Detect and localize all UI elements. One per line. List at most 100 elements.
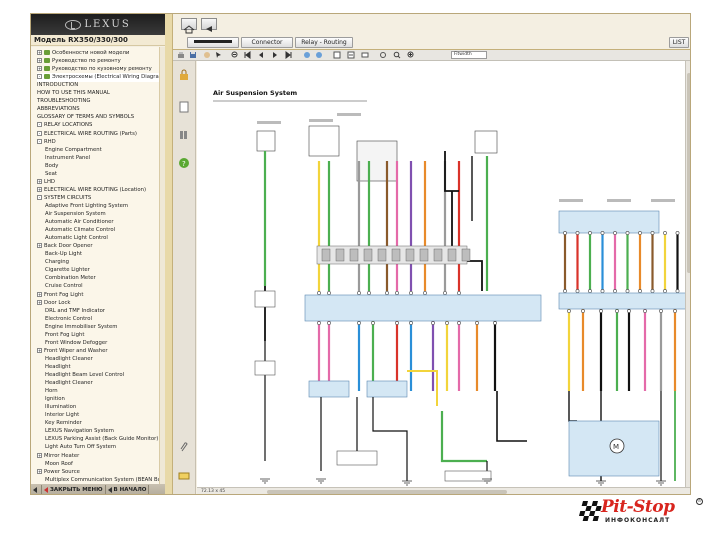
tree-item-label: Front Fog Light: [44, 291, 84, 298]
collapse-icon[interactable]: -: [37, 122, 42, 128]
tree-item-label: Adaptive Front Lighting System: [45, 202, 129, 209]
lock-icon[interactable]: [178, 69, 190, 81]
back-nav-button[interactable]: [201, 18, 217, 32]
expand-icon[interactable]: +: [37, 186, 42, 192]
zoom-select[interactable]: Fitwidth: [451, 51, 487, 59]
suspension-ecu: [304, 294, 542, 322]
connector-block: [335, 248, 345, 262]
first-page-icon[interactable]: [243, 51, 251, 59]
ground-icon: [656, 480, 666, 486]
connector-pin: [663, 231, 667, 235]
tree-item-label: Back Door Opener: [44, 243, 93, 250]
tree-item-label: Headlight Cleaner: [45, 380, 93, 387]
tree-item-label: Key Reminder: [45, 420, 82, 427]
folder-icon: [44, 58, 50, 64]
expand-icon[interactable]: +: [37, 243, 42, 249]
contents-tree: + Особенности новой модели + Руководство по…: [31, 47, 165, 484]
motor-label: M: [613, 443, 619, 451]
pages-icon[interactable]: [178, 101, 190, 113]
next-page-icon[interactable]: [271, 51, 279, 59]
connector-pin: [588, 289, 592, 293]
expand-icon[interactable]: +: [37, 50, 42, 55]
connector-pin: [600, 289, 605, 293]
connector-pin: [563, 231, 567, 235]
fit-page-icon[interactable]: [347, 51, 355, 59]
collapse-icon[interactable]: -: [37, 74, 42, 80]
zoom-out-icon[interactable]: [231, 51, 239, 59]
connector-block: [391, 248, 401, 262]
search-icon[interactable]: [393, 51, 401, 59]
splitter[interactable]: [165, 14, 173, 494]
home-button[interactable]: [181, 18, 197, 34]
expand-icon[interactable]: +: [37, 291, 42, 297]
connector-pin: [563, 289, 567, 293]
prev-arrow-button[interactable]: [31, 485, 42, 494]
wiring-diagram[interactable]: M Air Suspension System: [197, 61, 690, 487]
back-view-icon[interactable]: [303, 51, 311, 59]
fit-width-icon[interactable]: [361, 51, 369, 59]
select-tool-icon[interactable]: [215, 51, 223, 59]
to-start-button[interactable]: В НАЧАЛО: [106, 485, 150, 494]
rotate-icon[interactable]: [379, 51, 387, 59]
connector-pin: [675, 231, 680, 235]
collapse-icon[interactable]: -: [37, 138, 42, 144]
connector-pin: [599, 309, 603, 313]
help-icon[interactable]: ?: [178, 157, 190, 169]
expand-icon[interactable]: +: [37, 178, 42, 184]
zoom-in-icon[interactable]: [407, 51, 415, 59]
wire: [496, 391, 527, 442]
connector-pin: [357, 291, 361, 295]
diagram-vertical-scrollbar[interactable]: [685, 61, 690, 487]
tree-item-label: Horn: [45, 388, 58, 395]
tree-item-label: Engine Compartment: [45, 146, 102, 153]
connector-pin: [638, 289, 642, 293]
prev-page-icon[interactable]: [257, 51, 265, 59]
pdf-toolbar: Fitwidth: [173, 50, 690, 61]
connector-block: [447, 248, 457, 262]
expand-icon[interactable]: +: [37, 299, 42, 305]
tree-item-label: Mirror Heater: [44, 452, 80, 459]
model-title: Модель RX350/330/300: [31, 35, 165, 46]
collapse-icon[interactable]: -: [37, 194, 42, 200]
tab-overall-label-icon: [194, 40, 232, 43]
pitstop-subtitle: ИНФОКОНСАЛТ: [605, 517, 671, 524]
tree-item-label: LEXUS Navigation System: [45, 428, 114, 435]
bookmarks-icon[interactable]: [178, 129, 190, 141]
lexus-logo-icon: [65, 19, 82, 30]
tree-item-label: Электросхемы (Electrical Wiring Diagram): [52, 74, 165, 81]
tab-overall[interactable]: [187, 37, 239, 48]
hand-tool-icon[interactable]: [203, 51, 211, 59]
expand-icon[interactable]: +: [37, 58, 42, 64]
tree-item-label: Door Lock: [44, 299, 71, 306]
tree-item-label: Instrument Panel: [45, 154, 91, 161]
attachment-icon[interactable]: [178, 441, 190, 453]
tab-relay-routing[interactable]: Relay - Routing: [295, 37, 353, 48]
expand-icon[interactable]: +: [37, 66, 42, 72]
connector-pin: [627, 309, 631, 313]
horizontal-scroll-thumb[interactable]: [267, 490, 507, 494]
save-icon[interactable]: [189, 51, 197, 59]
expand-icon[interactable]: +: [37, 452, 42, 458]
tree-item-label: GLOSSARY OF TERMS AND SYMBOLS: [37, 114, 135, 121]
list-button[interactable]: LIST: [669, 37, 689, 48]
actual-size-icon[interactable]: [333, 51, 341, 59]
collapse-icon[interactable]: -: [37, 130, 42, 136]
tree-item[interactable]: Multiplex Communication System (BEAN Bus…: [45, 476, 165, 484]
tree-item-label: LEXUS Parking Assist (Back Guide Monitor…: [45, 436, 159, 443]
expand-icon[interactable]: +: [37, 468, 42, 474]
expand-icon[interactable]: +: [37, 347, 42, 353]
pitstop-logo: Pit-Stop ИНФОКОНСАЛТ ®: [575, 497, 705, 529]
tab-connector[interactable]: Connector: [241, 37, 293, 48]
side-tool-column: ?: [173, 61, 196, 494]
forward-view-icon[interactable]: [315, 51, 323, 59]
vertical-scroll-thumb[interactable]: [687, 73, 690, 273]
print-icon[interactable]: [177, 51, 185, 59]
connector-pin: [588, 231, 592, 235]
wire: [440, 411, 487, 463]
connector-pin: [395, 321, 399, 325]
last-page-icon[interactable]: [285, 51, 293, 59]
connector-pin: [659, 309, 663, 313]
height-sensor: [308, 380, 350, 398]
close-menu-button[interactable]: ЗАКРЫТЬ МЕНЮ: [42, 485, 106, 494]
comments-icon[interactable]: [178, 471, 190, 483]
